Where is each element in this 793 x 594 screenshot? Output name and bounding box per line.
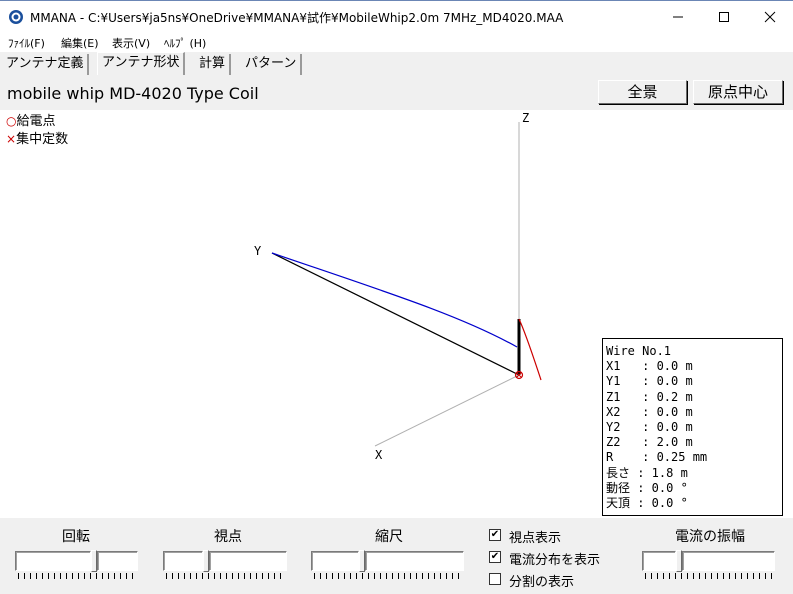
full-view-button[interactable]: 全景 bbox=[598, 80, 687, 104]
maximize-icon bbox=[719, 12, 729, 22]
header-row: mobile whip MD-4020 Type Coil 全景 原点中心 bbox=[0, 76, 793, 110]
close-button[interactable] bbox=[747, 1, 793, 33]
rotate-label: 回転 bbox=[62, 529, 90, 545]
menu-edit[interactable]: 編集(E) bbox=[61, 35, 99, 51]
minimize-button[interactable] bbox=[655, 1, 701, 33]
menu-help[interactable]: ﾍﾙﾌﾟ (H) bbox=[164, 35, 206, 51]
current-amplitude-input[interactable] bbox=[642, 551, 676, 571]
current-amplitude-track[interactable] bbox=[682, 551, 775, 571]
menu-file[interactable]: ﾌｧｲﾙ(F) bbox=[8, 35, 45, 51]
tab-antenna-definition[interactable]: アンテナ定義 bbox=[2, 54, 90, 75]
info-line: Z2 : 2.0 m bbox=[606, 435, 693, 450]
legend-feed-point: ○給電点 bbox=[6, 110, 56, 129]
show-segmentation-label: 分割の表示 bbox=[509, 575, 575, 590]
info-line: R : 0.25 mm bbox=[606, 450, 708, 465]
info-line: X1 : 0.0 m bbox=[606, 359, 693, 374]
scale-label: 縮尺 bbox=[375, 529, 403, 545]
model-title: mobile whip MD-4020 Type Coil bbox=[7, 84, 259, 103]
current-line bbox=[271, 252, 518, 348]
viewpoint-ticks bbox=[166, 573, 286, 579]
window-title: MMANA - C:¥Users¥ja5ns¥OneDrive¥MMANA¥試作… bbox=[30, 11, 564, 25]
viewpoint-label: 視点 bbox=[214, 529, 242, 545]
show-current-distribution-label: 電流分布を表示 bbox=[509, 553, 601, 568]
minimize-icon bbox=[673, 16, 683, 18]
current-amplitude-ticks bbox=[645, 573, 775, 579]
legend-load: ×集中定数 bbox=[6, 128, 68, 147]
close-icon bbox=[764, 11, 776, 23]
info-line: 天頂 : 0.0 ° bbox=[606, 496, 688, 511]
scale-ticks bbox=[314, 573, 464, 579]
info-line: X2 : 0.0 m bbox=[606, 404, 693, 419]
y-axis-label: Y bbox=[254, 244, 262, 258]
maximize-button[interactable] bbox=[701, 1, 747, 33]
wire-info-box: Wire No.1 X1 : 0.0 m Y1 : 0.0 m Z1 : 0.2 mX… bbox=[602, 338, 783, 516]
tab-pattern[interactable]: パターン bbox=[241, 54, 303, 75]
menu-bar: ﾌｧｲﾙ(F) 編集(E) 表示(V) ﾍﾙﾌﾟ (H) bbox=[0, 33, 793, 52]
rotate-vertical-input[interactable] bbox=[97, 551, 138, 571]
tab-antenna-shape[interactable]: アンテナ形状 bbox=[97, 52, 186, 75]
antenna-view[interactable]: ○給電点 ×集中定数 Z Y X Wire No.1 X1 : 0.0 m Y1 :… bbox=[0, 110, 793, 518]
menu-view[interactable]: 表示(V) bbox=[112, 35, 150, 51]
show-current-distribution-checkbox[interactable]: ✔ 電流分布を表示 bbox=[489, 549, 629, 568]
x-axis-label: X bbox=[375, 448, 383, 462]
rotate-ticks bbox=[18, 573, 138, 579]
info-line: Y2 : 0.0 m bbox=[606, 420, 693, 435]
x-axis-line bbox=[374, 374, 520, 447]
show-viewpoint-label: 視点表示 bbox=[509, 531, 562, 546]
show-segmentation-checkbox[interactable]: 分割の表示 bbox=[489, 571, 629, 590]
checkbox-unchecked-icon bbox=[489, 573, 501, 585]
info-line: Y1 : 0.0 m bbox=[606, 374, 693, 389]
rotate-horizontal-input[interactable] bbox=[15, 551, 91, 571]
view-controls: 回転 視点 縮尺 ✔ 視点表示 ✔ 電流分布を表示 分割の表示 電流の振幅 bbox=[0, 518, 793, 594]
app-icon bbox=[8, 9, 24, 25]
tab-calculation[interactable]: 計算 bbox=[195, 54, 232, 75]
feed-point-legend-icon: ○ bbox=[6, 114, 17, 128]
checkbox-checked-icon: ✔ bbox=[489, 551, 501, 563]
scale-track[interactable] bbox=[365, 551, 464, 571]
viewpoint-track[interactable] bbox=[209, 551, 287, 571]
origin-center-button[interactable]: 原点中心 bbox=[693, 80, 783, 104]
tab-strip: アンテナ定義 アンテナ形状 計算 パターン bbox=[0, 52, 793, 76]
y-projection-line bbox=[271, 252, 520, 376]
z-axis-label: Z bbox=[522, 111, 530, 125]
info-line: 動径 : 0.0 ° bbox=[606, 480, 688, 495]
load-legend-label: 集中定数 bbox=[16, 132, 69, 147]
scale-input[interactable] bbox=[311, 551, 359, 571]
current-distribution-curve bbox=[518, 318, 542, 381]
info-line: Wire No.1 bbox=[606, 344, 672, 358]
checkbox-checked-icon: ✔ bbox=[489, 529, 501, 541]
viewpoint-input[interactable] bbox=[163, 551, 203, 571]
current-amplitude-label: 電流の振幅 bbox=[675, 529, 745, 545]
info-line: 長さ : 1.8 m bbox=[606, 465, 688, 480]
feed-point-legend-label: 給電点 bbox=[16, 114, 56, 129]
title-bar: MMANA - C:¥Users¥ja5ns¥OneDrive¥MMANA¥試作… bbox=[0, 0, 793, 33]
show-viewpoint-checkbox[interactable]: ✔ 視点表示 bbox=[489, 527, 629, 546]
info-line: Z1 : 0.2 m bbox=[606, 389, 693, 404]
load-legend-icon: × bbox=[6, 132, 17, 146]
